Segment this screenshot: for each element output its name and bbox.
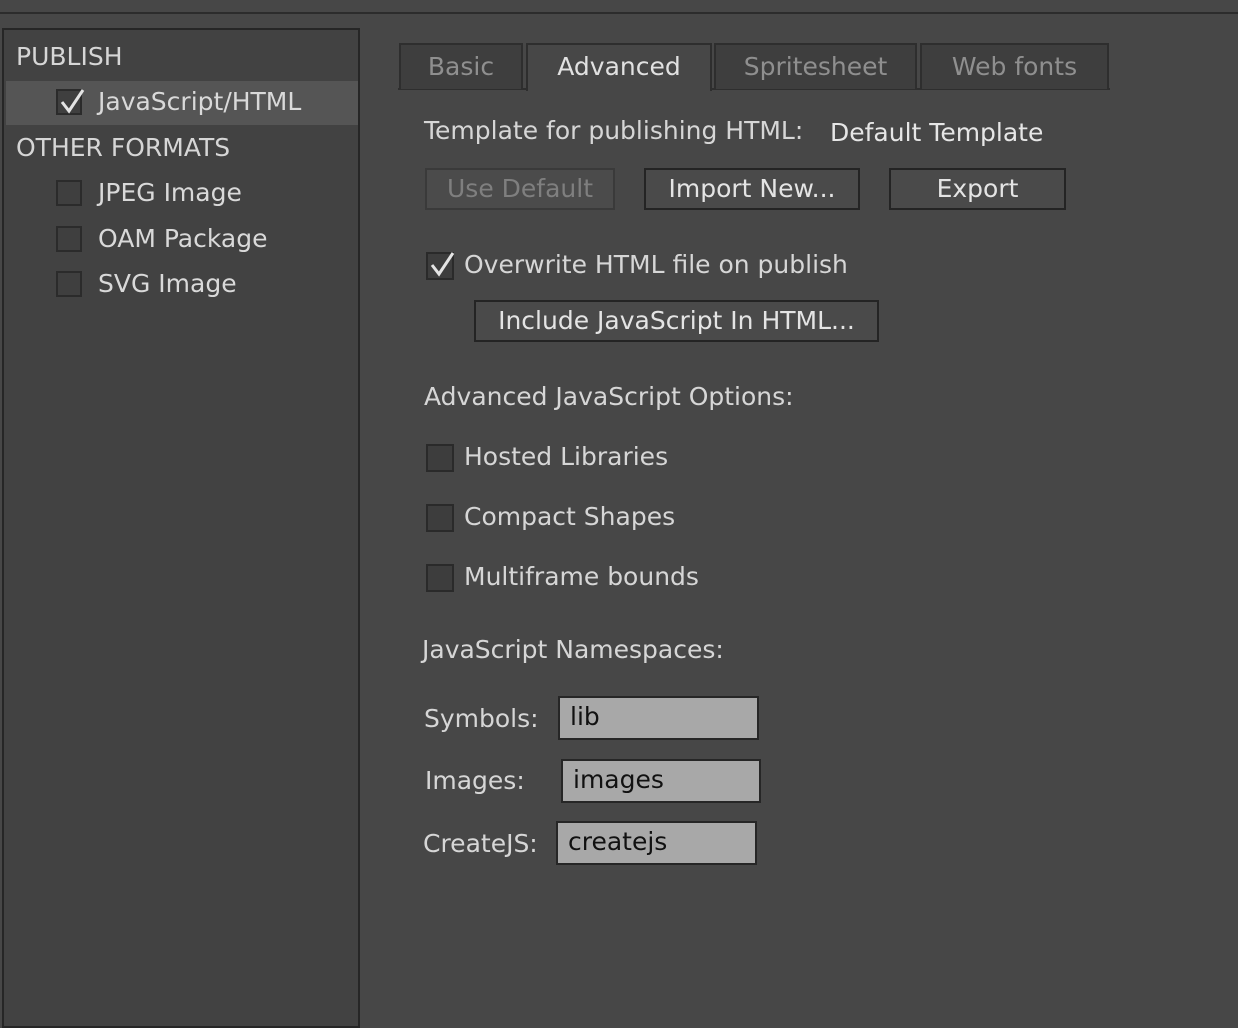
sidebar-item-label: OAM Package [98, 224, 268, 253]
use-default-button[interactable]: Use Default [425, 168, 615, 210]
tab-spritesheet[interactable]: Spritesheet [714, 43, 917, 89]
other-formats-section-title: OTHER FORMATS [16, 133, 231, 162]
createjs-label: CreateJS: [423, 829, 538, 858]
template-label: Template for publishing HTML: [424, 116, 804, 145]
hosted-libraries-label: Hosted Libraries [464, 442, 669, 471]
sidebar-item-label: JPEG Image [98, 178, 242, 207]
advanced-js-options-title: Advanced JavaScript Options: [424, 382, 794, 411]
jpeg-image-checkbox[interactable] [56, 180, 82, 206]
template-value: Default Template [830, 118, 1044, 147]
tab-web-fonts[interactable]: Web fonts [920, 43, 1109, 89]
include-javascript-button[interactable]: Include JavaScript In HTML... [474, 300, 879, 342]
symbols-input[interactable]: lib [558, 696, 759, 740]
import-new-button[interactable]: Import New... [644, 168, 860, 210]
multiframe-bounds-label: Multiframe bounds [464, 562, 699, 591]
checkmark-icon [60, 89, 85, 114]
sidebar-item-label: JavaScript/HTML [98, 87, 302, 116]
publish-section-title: PUBLISH [16, 42, 123, 71]
svg-image-checkbox[interactable] [56, 271, 82, 297]
sidebar-item-label: SVG Image [98, 269, 237, 298]
oam-package-checkbox[interactable] [56, 226, 82, 252]
checkmark-icon [430, 252, 455, 277]
overwrite-html-checkbox[interactable] [426, 252, 455, 280]
symbols-label: Symbols: [424, 704, 539, 733]
sidebar-item-jpeg-image[interactable]: JPEG Image [6, 172, 358, 216]
images-label: Images: [425, 766, 525, 795]
export-button[interactable]: Export [889, 168, 1066, 210]
images-input[interactable]: images [561, 759, 761, 803]
javascript-html-checkbox[interactable] [56, 89, 85, 115]
compact-shapes-checkbox[interactable] [426, 504, 454, 532]
compact-shapes-label: Compact Shapes [464, 502, 676, 531]
createjs-input[interactable]: createjs [556, 821, 757, 865]
top-divider [0, 0, 1238, 14]
tab-advanced[interactable]: Advanced [526, 43, 712, 91]
multiframe-bounds-checkbox[interactable] [426, 564, 454, 592]
overwrite-html-label: Overwrite HTML file on publish [464, 250, 848, 279]
hosted-libraries-checkbox[interactable] [426, 444, 454, 472]
tab-basic[interactable]: Basic [399, 43, 523, 89]
format-sidebar: PUBLISH JavaScript/HTML OTHER FORMATS JP… [2, 28, 360, 1028]
js-namespaces-title: JavaScript Namespaces: [422, 635, 724, 664]
sidebar-item-oam-package[interactable]: OAM Package [6, 218, 358, 262]
sidebar-item-svg-image[interactable]: SVG Image [6, 263, 358, 307]
sidebar-item-javascript-html[interactable]: JavaScript/HTML [6, 81, 358, 125]
